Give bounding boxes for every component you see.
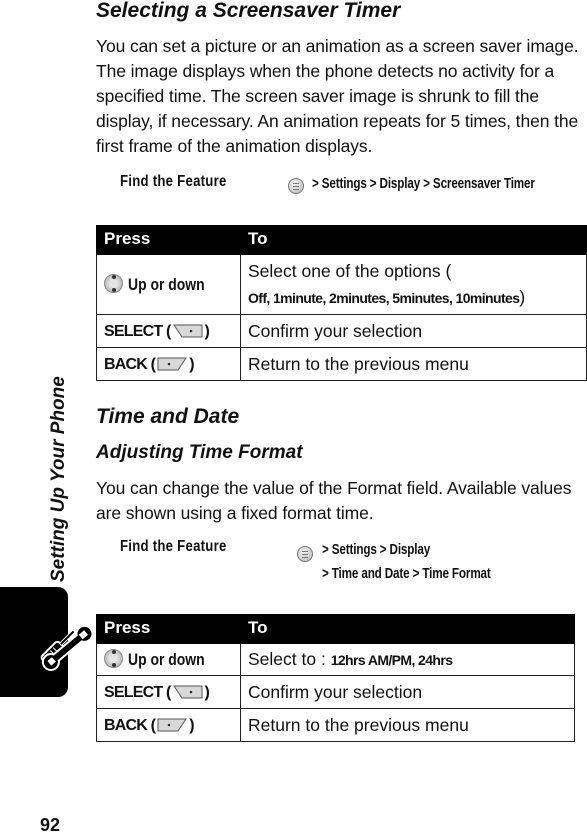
section-title: Selecting a Screensaver Timer [96,0,401,22]
press-to-table: Press To Up or down Select one of the op… [96,225,587,381]
table-header-row: Press To [96,614,575,644]
to-suffix: ) [519,287,526,307]
menu-key-icon [297,546,313,562]
to-cell: Select one of the options ( Off, 1minute,… [240,254,587,315]
press-label: SELECT ( [104,684,171,701]
section-title: Time and Date [96,405,240,428]
tools-icon [40,624,94,672]
chapter-side-label: Setting Up Your Phone [48,376,69,582]
to-cell: Select to : 12hrs AM/PM, 24hrs [240,643,575,676]
press-cell: SELECT () [96,675,241,709]
table-row: BACK () Return to the previous menu [96,708,575,742]
table-row: SELECT () Confirm your selection [96,675,575,709]
section-body: You can set a picture or an animation as… [96,36,579,156]
press-label: BACK ( [104,356,156,373]
subsection-title: Adjusting Time Format [96,442,303,463]
to-cell: Return to the previous menu [240,708,575,742]
page-number: 92 [40,815,61,835]
to-text: Select one of the options ( [248,261,452,281]
header-to: To [240,225,587,255]
press-label: Up or down [128,275,205,294]
to-cell: Return to the previous menu [240,347,587,381]
table-row: SELECT () Confirm your selection [96,314,587,348]
find-feature-label: Find the Feature [120,538,227,555]
press-label: Up or down [128,650,205,669]
press-suffix: ) [189,356,194,373]
header-press: Press [96,614,241,644]
press-suffix: ) [204,323,210,340]
nav-key-icon [104,274,123,293]
table-row: Up or down Select to : 12hrs AM/PM, 24hr… [96,643,575,676]
left-softkey-icon [157,718,188,732]
press-cell: Up or down [96,254,241,315]
right-softkey-icon [172,324,203,338]
press-cell: SELECT () [96,314,241,348]
press-suffix: ) [189,717,194,734]
header-to: To [240,614,575,644]
section-body: You can change the value of the Format f… [96,478,572,523]
find-feature-label: Find the Feature [120,173,227,190]
table-row: BACK () Return to the previous menu [96,347,587,381]
feature-path-line-2: > Time and Date > Time Format [322,565,491,582]
to-cell: Confirm your selection [240,314,587,348]
table-header-row: Press To [96,225,587,255]
press-cell: BACK () [96,347,241,381]
options-text: Off, 1minute, 2minutes, 5minutes, 10minu… [248,290,520,306]
press-to-table: Press To Up or down Select to : 12hrs AM… [96,614,575,742]
header-press: Press [96,225,241,255]
options-text: 12hrs AM/PM, 24hrs [330,652,453,668]
press-label: BACK ( [104,717,156,734]
feature-path: > Settings > Display > Screensaver Timer [312,175,535,192]
nav-key-icon [104,649,123,668]
to-text: Select to : [248,649,331,669]
press-suffix: ) [204,684,210,701]
menu-key-icon [288,178,304,194]
press-cell: Up or down [96,643,241,676]
feature-path-line-1: > Settings > Display [322,541,431,558]
left-softkey-icon [157,357,188,371]
to-cell: Confirm your selection [240,675,575,709]
press-label: SELECT ( [104,323,171,340]
right-softkey-icon [172,685,203,699]
table-row: Up or down Select one of the options ( Of… [96,254,587,315]
press-cell: BACK () [96,708,241,742]
